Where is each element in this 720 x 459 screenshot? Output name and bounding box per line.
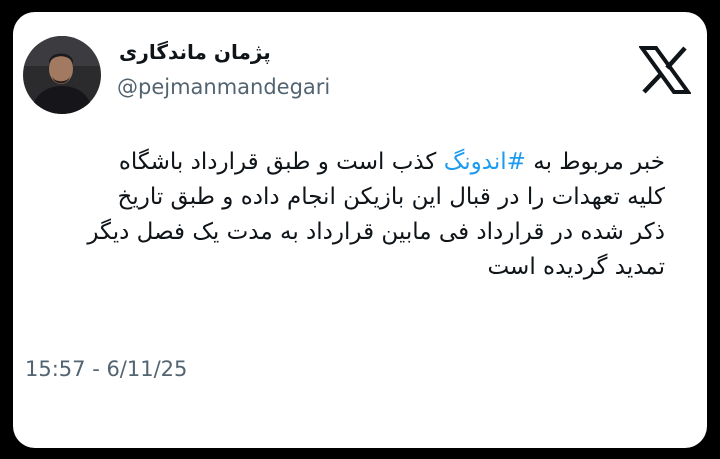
- tweet-card[interactable]: پژمان ماندگاری @pejmanmandegari خبر مربو…: [13, 12, 707, 448]
- tweet-text-segment: خبر مربوط به: [525, 149, 665, 175]
- tweet-text-segment: کذب است و طبق قرارداد باشگاه: [118, 149, 444, 175]
- tweet-line-1: خبر مربوط به #اندونگ کذب است و طبق قرارد…: [43, 145, 665, 180]
- tweet-text: خبر مربوط به #اندونگ کذب است و طبق قرارد…: [43, 145, 665, 285]
- hashtag-link[interactable]: #اندونگ: [444, 149, 526, 175]
- tweet-line-3: ذکر شده در قرارداد فی مابین قرارداد به م…: [87, 219, 665, 245]
- author-display-name[interactable]: پژمان ماندگاری: [119, 40, 271, 64]
- tweet-timestamp[interactable]: 15:57 - 6/11/25: [25, 357, 187, 381]
- x-logo-icon[interactable]: [639, 46, 691, 94]
- tweet-line-2: کلیه تعهدات را در قبال این بازیکن انجام …: [117, 184, 665, 210]
- author-handle[interactable]: @pejmanmandegari: [117, 75, 330, 99]
- avatar-photo-icon: [23, 36, 101, 114]
- author-avatar[interactable]: [23, 36, 101, 114]
- tweet-line-4: تمدید گردیده است: [487, 254, 665, 280]
